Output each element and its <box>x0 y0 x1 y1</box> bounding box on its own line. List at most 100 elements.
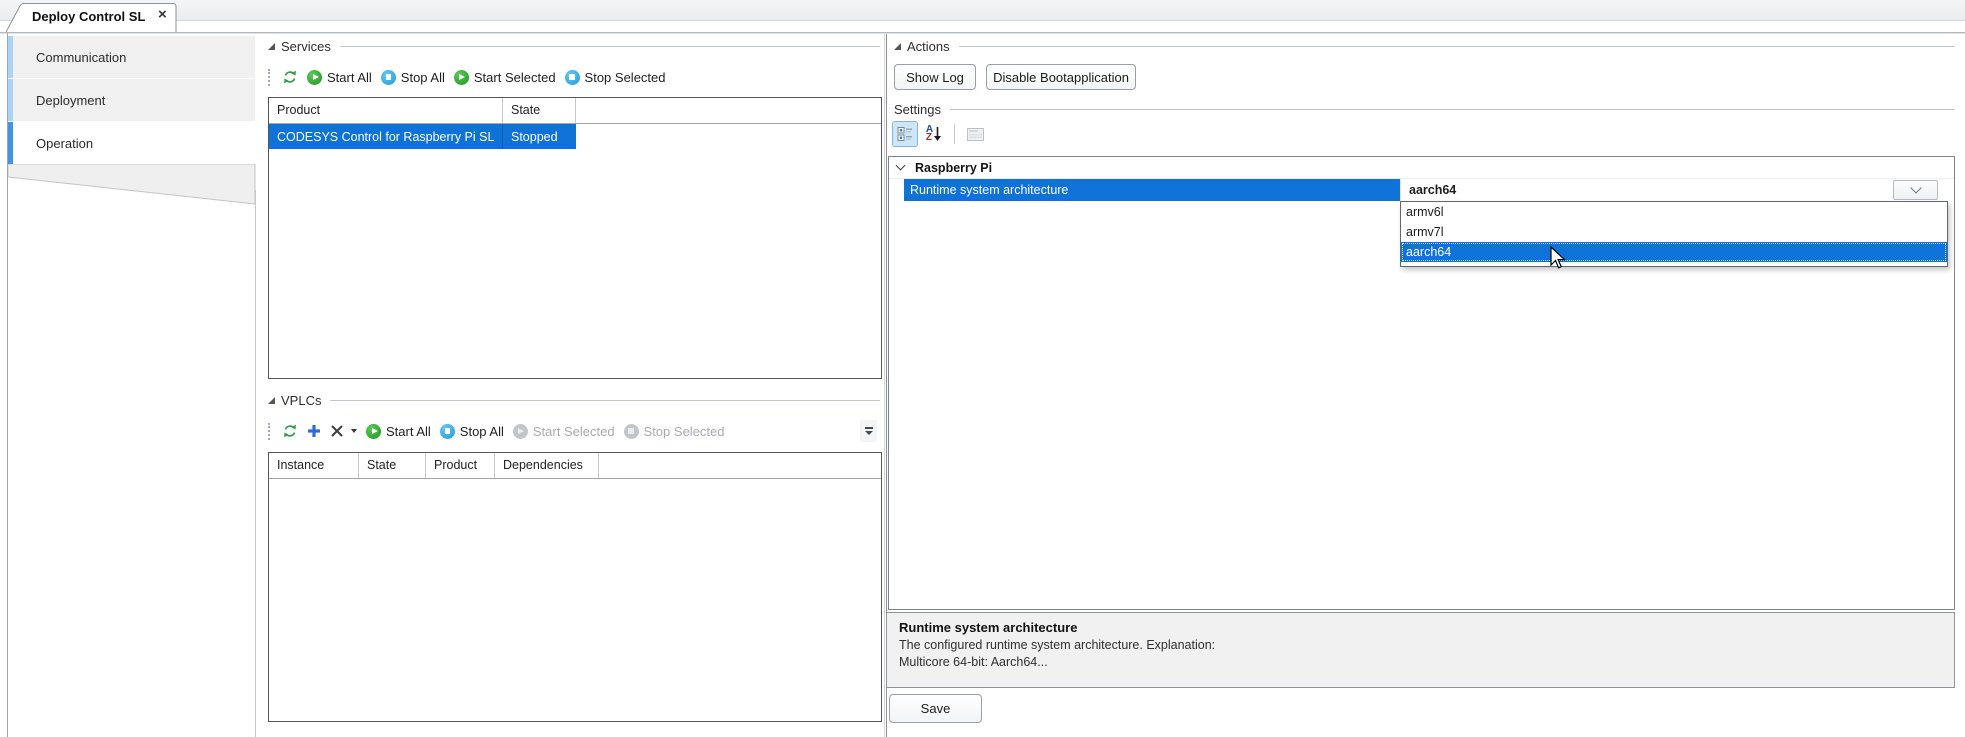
toolbar-separator <box>954 124 955 144</box>
column-header-instance[interactable]: Instance <box>269 453 359 478</box>
architecture-dropdown-list: armv6l armv7l aarch64 <box>1400 201 1948 267</box>
property-name-cell[interactable]: Runtime system architecture <box>904 179 1400 201</box>
sidebar-item-operation[interactable]: Operation <box>8 122 255 164</box>
services-table: Product State CODESYS Control for Raspbe… <box>268 97 882 379</box>
column-header-state[interactable]: State <box>503 98 576 123</box>
vplcs-start-selected-button-disabled: Start Selected <box>512 423 615 439</box>
play-icon-disabled <box>512 423 528 439</box>
services-stop-all-button[interactable]: Stop All <box>380 69 445 85</box>
sidebar-trapezoid <box>8 164 256 205</box>
categorized-icon <box>897 127 912 141</box>
tab-accent-stripe <box>8 79 13 121</box>
play-icon <box>366 423 381 439</box>
deploy-control-editor: Deploy Control SL × Communication Deploy… <box>0 0 1965 737</box>
disable-bootapplication-button[interactable]: Disable Bootapplication <box>986 64 1136 90</box>
dropdown-option-armv7l[interactable]: armv7l <box>1401 222 1947 242</box>
settings-title: Settings <box>894 101 941 117</box>
services-title: Services <box>281 38 331 54</box>
collapse-triangle-icon[interactable] <box>894 42 901 50</box>
refresh-icon <box>284 424 296 438</box>
alphabetical-sort-button[interactable]: AZ <box>921 121 947 147</box>
actions-group-header: Actions <box>894 38 1955 54</box>
description-line-2: Multicore 64-bit: Aarch64... <box>899 655 1048 669</box>
property-value-cell[interactable]: aarch64 <box>1400 179 1954 201</box>
show-log-button[interactable]: Show Log <box>894 64 976 90</box>
sidebar-item-deployment[interactable]: Deployment <box>8 79 255 121</box>
services-refresh-button[interactable] <box>282 69 298 85</box>
description-title: Runtime system architecture <box>899 620 1078 635</box>
vplcs-stop-selected-button-disabled: Stop Selected <box>623 423 725 439</box>
collapse-triangle-icon[interactable] <box>268 396 275 404</box>
tab-deploy-control-sl[interactable]: Deploy Control SL <box>32 9 145 24</box>
plus-icon <box>308 425 320 437</box>
service-state-cell: Stopped <box>511 129 558 144</box>
column-header-product[interactable]: Product <box>426 453 495 478</box>
property-group-raspberry-pi[interactable]: Raspberry Pi <box>889 157 1954 179</box>
toolbar-grip-handle[interactable] <box>268 422 272 440</box>
stop-icon-disabled <box>623 423 639 439</box>
vplcs-add-button[interactable] <box>307 424 321 438</box>
tab-close-icon[interactable]: × <box>158 7 167 22</box>
vplcs-toolbar: Start All Stop All Start Selected Stop S… <box>268 418 725 444</box>
vplcs-refresh-button[interactable] <box>282 423 298 439</box>
tab-accent-stripe <box>8 122 13 164</box>
sidebar-splitter[interactable] <box>255 190 256 737</box>
play-icon <box>453 69 469 85</box>
mouse-cursor <box>1550 246 1567 269</box>
group-rule <box>949 108 1955 110</box>
dropdown-caret-icon <box>351 429 357 433</box>
dropdown-option-aarch64-selected[interactable]: aarch64 <box>1401 242 1947 262</box>
service-product-cell: CODESYS Control for Raspberry Pi SL <box>269 124 503 149</box>
sidebar-item-communication[interactable]: Communication <box>8 36 255 78</box>
save-button[interactable]: Save <box>889 694 982 723</box>
overflow-icon <box>864 427 873 429</box>
toolbar-overflow-button[interactable] <box>860 420 877 442</box>
chevron-down-icon[interactable] <box>895 160 906 171</box>
settings-header: Settings <box>894 101 1955 117</box>
services-start-all-button[interactable]: Start All <box>307 69 372 85</box>
categorized-view-button[interactable] <box>892 121 918 147</box>
stop-icon <box>564 69 580 85</box>
vplcs-stop-all-button[interactable]: Stop All <box>439 423 504 439</box>
vplcs-delete-button[interactable] <box>330 424 357 438</box>
panel-splitter[interactable] <box>884 34 885 737</box>
refresh-icon <box>284 70 296 84</box>
vplcs-table-header: Instance State Product Dependencies <box>269 453 881 479</box>
property-pages-button-disabled <box>962 121 988 147</box>
toolbar-grip-handle[interactable] <box>268 68 272 86</box>
group-rule <box>339 45 880 47</box>
dropdown-option-armv6l[interactable]: armv6l <box>1401 202 1947 222</box>
group-rule <box>958 45 1955 47</box>
settings-toolbar: AZ <box>892 121 988 147</box>
stop-icon <box>380 69 396 85</box>
chevron-down-icon <box>1909 182 1922 194</box>
services-group-header: Services <box>268 38 880 54</box>
group-rule <box>330 399 880 401</box>
editor-tab-bar <box>0 0 1965 21</box>
stop-icon <box>439 423 455 439</box>
services-toolbar: Start All Stop All Start Selected Stop S… <box>268 64 666 90</box>
vplcs-start-all-button[interactable]: Start All <box>366 423 431 439</box>
description-line-1: The configured runtime system architectu… <box>899 638 1216 652</box>
down-arrow-icon <box>934 127 942 141</box>
service-row-selected[interactable]: CODESYS Control for Raspberry Pi SL Stop… <box>269 124 576 149</box>
actions-title: Actions <box>907 38 950 54</box>
services-start-selected-button[interactable]: Start Selected <box>453 69 556 85</box>
column-header-dependencies[interactable]: Dependencies <box>495 453 599 478</box>
vplcs-group-header: VPLCs <box>268 392 880 408</box>
column-header-product[interactable]: Product <box>269 98 503 123</box>
property-row-runtime-architecture: Runtime system architecture aarch64 <box>889 179 1954 201</box>
services-table-header: Product State <box>269 98 881 124</box>
vplcs-table: Instance State Product Dependencies <box>268 452 882 722</box>
tabstrip-border-light <box>0 33 1965 34</box>
collapse-triangle-icon[interactable] <box>268 42 275 50</box>
tab-accent-stripe <box>8 36 13 78</box>
column-header-state[interactable]: State <box>359 453 426 478</box>
play-icon <box>307 69 322 85</box>
vplcs-title: VPLCs <box>281 392 322 408</box>
property-pages-icon <box>966 127 984 141</box>
combo-dropdown-button[interactable] <box>1893 180 1938 200</box>
az-sort-icon: AZ <box>925 123 934 143</box>
property-description-pane: Runtime system architecture The configur… <box>886 612 1955 688</box>
services-stop-selected-button[interactable]: Stop Selected <box>564 69 666 85</box>
